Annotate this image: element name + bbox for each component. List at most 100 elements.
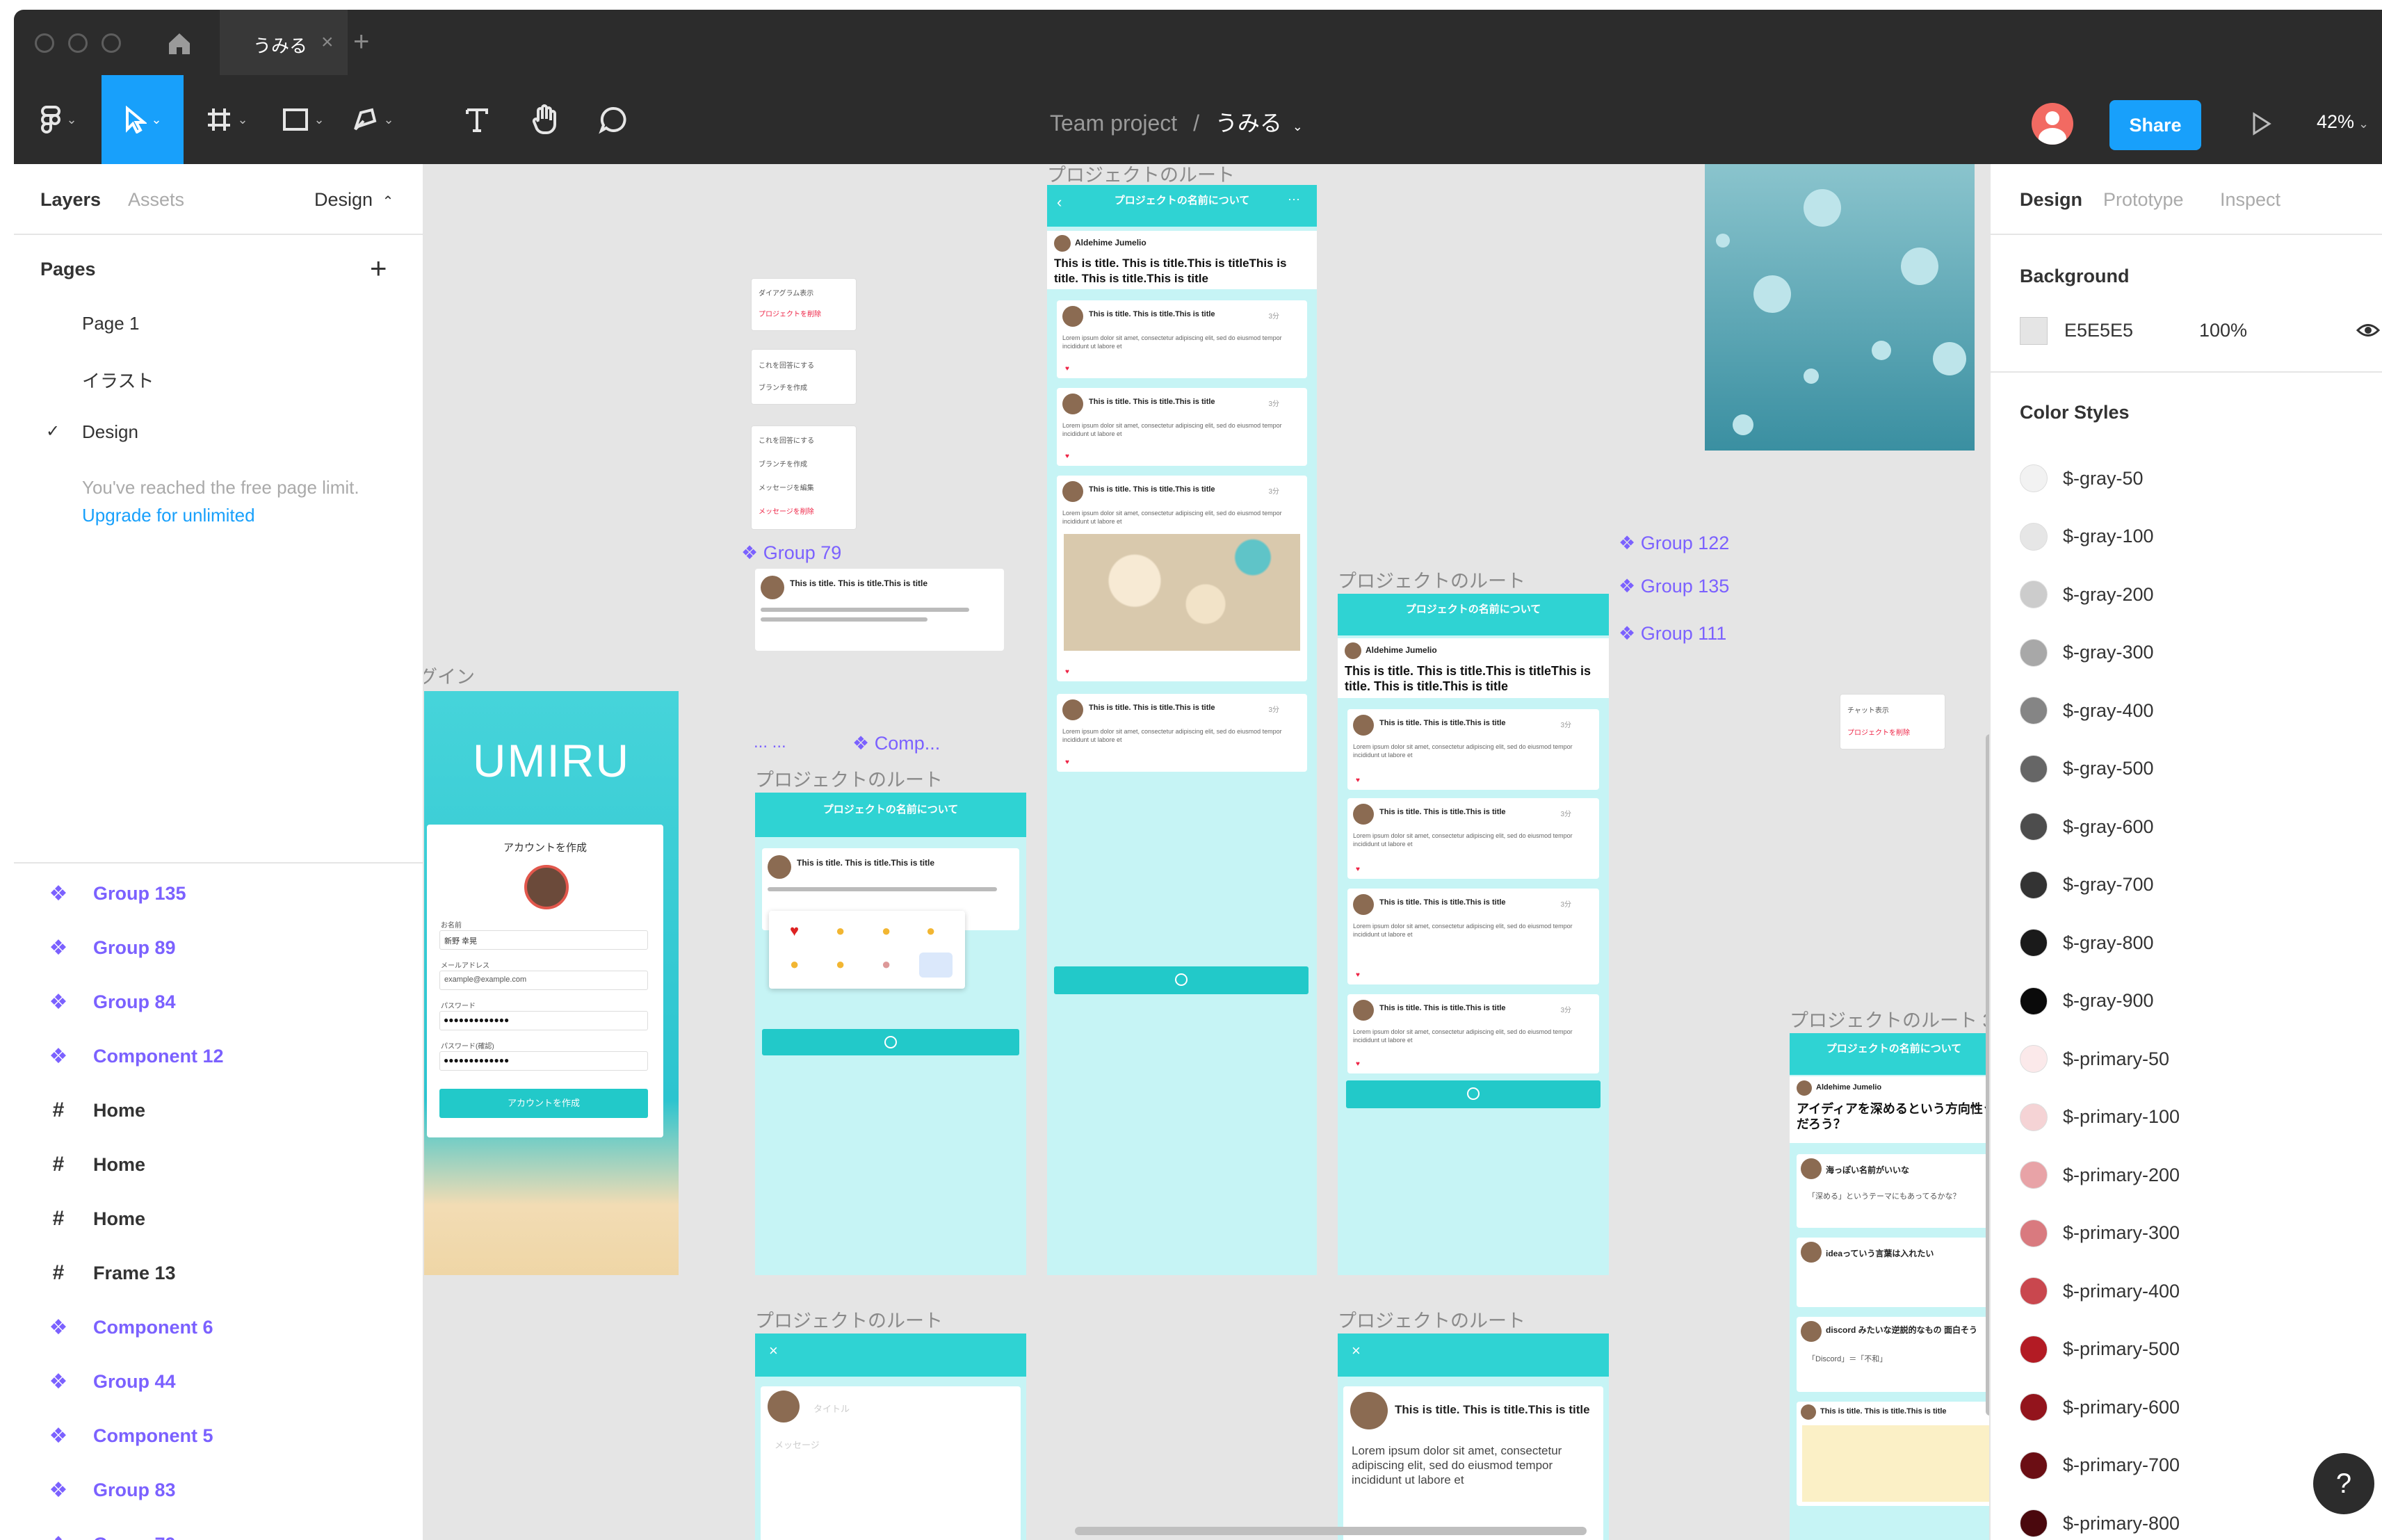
comment-card[interactable]: This is title. This is title.This is tit… [1057,476,1307,681]
new-post-frame-a[interactable]: × タイトル メッセージ [755,1334,1026,1540]
window-close-dot[interactable] [35,33,54,53]
frame-label-root-c[interactable]: プロジェクトのルート [755,1306,943,1333]
password-confirm-field[interactable]: ●●●●●●●●●●●●● [439,1051,648,1071]
background-swatch[interactable] [2020,317,2048,345]
layer-item[interactable]: ❖ Group 84 [44,984,176,1019]
group-label-122[interactable]: ❖ Group 122 [1619,533,1729,554]
present-button[interactable] [2251,111,2272,140]
upgrade-link[interactable]: Upgrade for unlimited [82,505,255,526]
file-tab[interactable]: うみる × [220,10,348,75]
chevron-down-icon[interactable]: ⌄ [1293,120,1303,133]
frame-label-login[interactable]: グイン [424,662,475,689]
menu-item[interactable]: メッセージを削除 [759,505,814,516]
menu-item[interactable]: プロジェクトを削除 [1847,727,1910,737]
create-account-button[interactable]: アカウントを作成 [439,1089,648,1118]
title-input[interactable]: タイトル [813,1402,850,1415]
add-message-button[interactable] [762,1029,1019,1055]
menu-item[interactable]: ブランチを作成 [759,458,807,469]
color-style-item[interactable]: $-primary-200 [2020,1160,2180,1190]
layer-item[interactable]: # Home [44,1201,145,1236]
layer-item[interactable]: # Home [44,1147,145,1182]
layer-item[interactable]: # Home [44,1093,145,1128]
home-icon[interactable] [165,29,193,60]
message-input[interactable]: メッセージ [775,1438,820,1451]
background-hex-input[interactable]: E5E5E5 [2064,320,2133,341]
color-style-item[interactable]: $-primary-400 [2020,1276,2180,1306]
layer-item[interactable]: ❖ Group 89 [44,930,176,965]
tab-prototype[interactable]: Prototype [2103,189,2184,211]
color-style-item[interactable]: $-primary-300 [2020,1218,2180,1249]
hand-tool-button[interactable] [517,75,573,164]
color-style-item[interactable]: $-gray-200 [2020,579,2154,610]
breadcrumb-project[interactable]: Team project [1050,111,1177,136]
color-style-item[interactable]: $-gray-300 [2020,638,2154,668]
color-style-item[interactable]: $-primary-700 [2020,1450,2180,1481]
ok-hand-icon[interactable]: ● [926,922,935,940]
dots-label[interactable]: ... ... [754,733,786,752]
layer-item[interactable]: ❖ Group 79 [44,1527,176,1540]
thread-post[interactable]: Aldehime Jumelio This is title. This is … [1047,231,1317,289]
comment-card[interactable]: This is title. This is title.This is tit… [1057,694,1307,772]
project-root-frame-top[interactable]: プロジェクトの名前について ‹ ··· Aldehime Jumelio Thi… [1047,185,1317,1275]
zoom-menu[interactable]: 42% ⌄ [2317,111,2369,133]
color-style-item[interactable]: $-gray-600 [2020,811,2154,842]
tab-inspect[interactable]: Inspect [2220,189,2280,211]
comment-card[interactable]: This is title. This is title.This is tit… [1057,300,1307,378]
frame-label-root-top[interactable]: プロジェクトのルート [1047,164,1235,187]
layer-item[interactable]: ❖ Group 83 [44,1473,176,1507]
comment-card[interactable]: discord みたいな逆説的なもの 面白そう 「Discord」＝「不和」 [1797,1317,1989,1392]
user-avatar[interactable] [2032,103,2073,145]
avatar[interactable] [524,865,569,909]
comment-card[interactable]: This is title. This is title.This is tit… [1347,889,1599,984]
group-label-79[interactable]: ❖ Group 79 [741,542,841,564]
frame-label-root-a[interactable]: プロジェクトのルート [755,765,943,792]
password-field[interactable]: ●●●●●●●●●●●●● [439,1011,648,1030]
comment-card[interactable]: This is title. This is title.This is tit… [1797,1402,1989,1506]
message-card[interactable]: This is title. This is title.This is tit… [755,569,1004,651]
color-style-item[interactable]: $-primary-500 [2020,1334,2180,1365]
layer-item[interactable]: ❖ Group 135 [44,876,186,911]
help-button[interactable]: ? [2313,1453,2374,1514]
thread-post[interactable]: Aldehime Jumelio アイディアを深めるという方向性うだろう？ [1790,1076,1989,1143]
frame-label-root-e[interactable]: プロジェクトのルート 3 [1790,1005,1989,1032]
context-menu-3[interactable]: これを回答にする ブランチを作成 メッセージを編集 メッセージを削除 [751,425,857,530]
color-style-item[interactable]: $-gray-500 [2020,754,2154,784]
layer-item[interactable]: ❖ Component 12 [44,1039,224,1073]
comment-card[interactable]: 海っぽい名前がいいな 「深める」というテーマにもあってるかな？ [1797,1154,1989,1228]
page-dropdown[interactable]: Design ⌃ [314,189,394,211]
laugh-icon[interactable]: ● [790,955,799,973]
comment-card[interactable]: This is title. This is title.This is tit… [1347,994,1599,1073]
menu-item[interactable]: メッセージを編集 [759,482,814,492]
shell-photo[interactable] [1064,534,1300,651]
reaction-bar[interactable]: ♥ [1065,453,1073,460]
color-style-item[interactable]: $-gray-100 [2020,521,2154,552]
frame-label-root-d[interactable]: プロジェクトのルート [1338,1306,1525,1333]
layer-item[interactable]: ❖ Group 44 [44,1364,176,1399]
menu-item[interactable]: これを回答にする [759,435,814,445]
close-icon[interactable]: × [769,1342,778,1360]
color-style-item[interactable]: $-gray-900 [2020,986,2154,1016]
context-menu-1[interactable]: ダイアグラム表示 プロジェクトを削除 [751,278,857,331]
breadcrumb-file[interactable]: うみる [1215,111,1282,136]
reaction-bar[interactable]: ♥ [1356,1060,1364,1068]
horizontal-scrollbar[interactable] [1075,1527,1587,1535]
tab-layers[interactable]: Layers [40,189,101,211]
text-tool-button[interactable] [449,75,505,164]
color-style-item[interactable]: $-primary-600 [2020,1392,2180,1423]
color-style-item[interactable]: $-primary-100 [2020,1102,2180,1133]
layer-item[interactable]: ❖ Component 5 [44,1418,213,1453]
comment-card[interactable]: This is title. This is title.This is tit… [1057,388,1307,466]
email-field[interactable]: example@example.com [439,971,648,990]
color-style-item[interactable]: $-gray-700 [2020,870,2154,900]
frame-label-root-b[interactable]: プロジェクトのルート [1338,566,1525,593]
eye-icon[interactable] [2356,320,2381,344]
thumbs-up-icon[interactable]: ● [836,922,845,940]
new-tab-icon[interactable]: + [353,26,369,58]
share-button[interactable]: Share [2109,100,2201,150]
party-icon[interactable]: ● [882,955,891,973]
layer-item[interactable]: # Frame 13 [44,1256,176,1290]
color-style-item[interactable]: $-primary-50 [2020,1044,2169,1074]
figma-menu-button[interactable]: ⌄ [28,75,90,164]
pen-tool-button[interactable]: ⌄ [345,75,400,164]
page-item-design[interactable]: Design [82,421,138,443]
